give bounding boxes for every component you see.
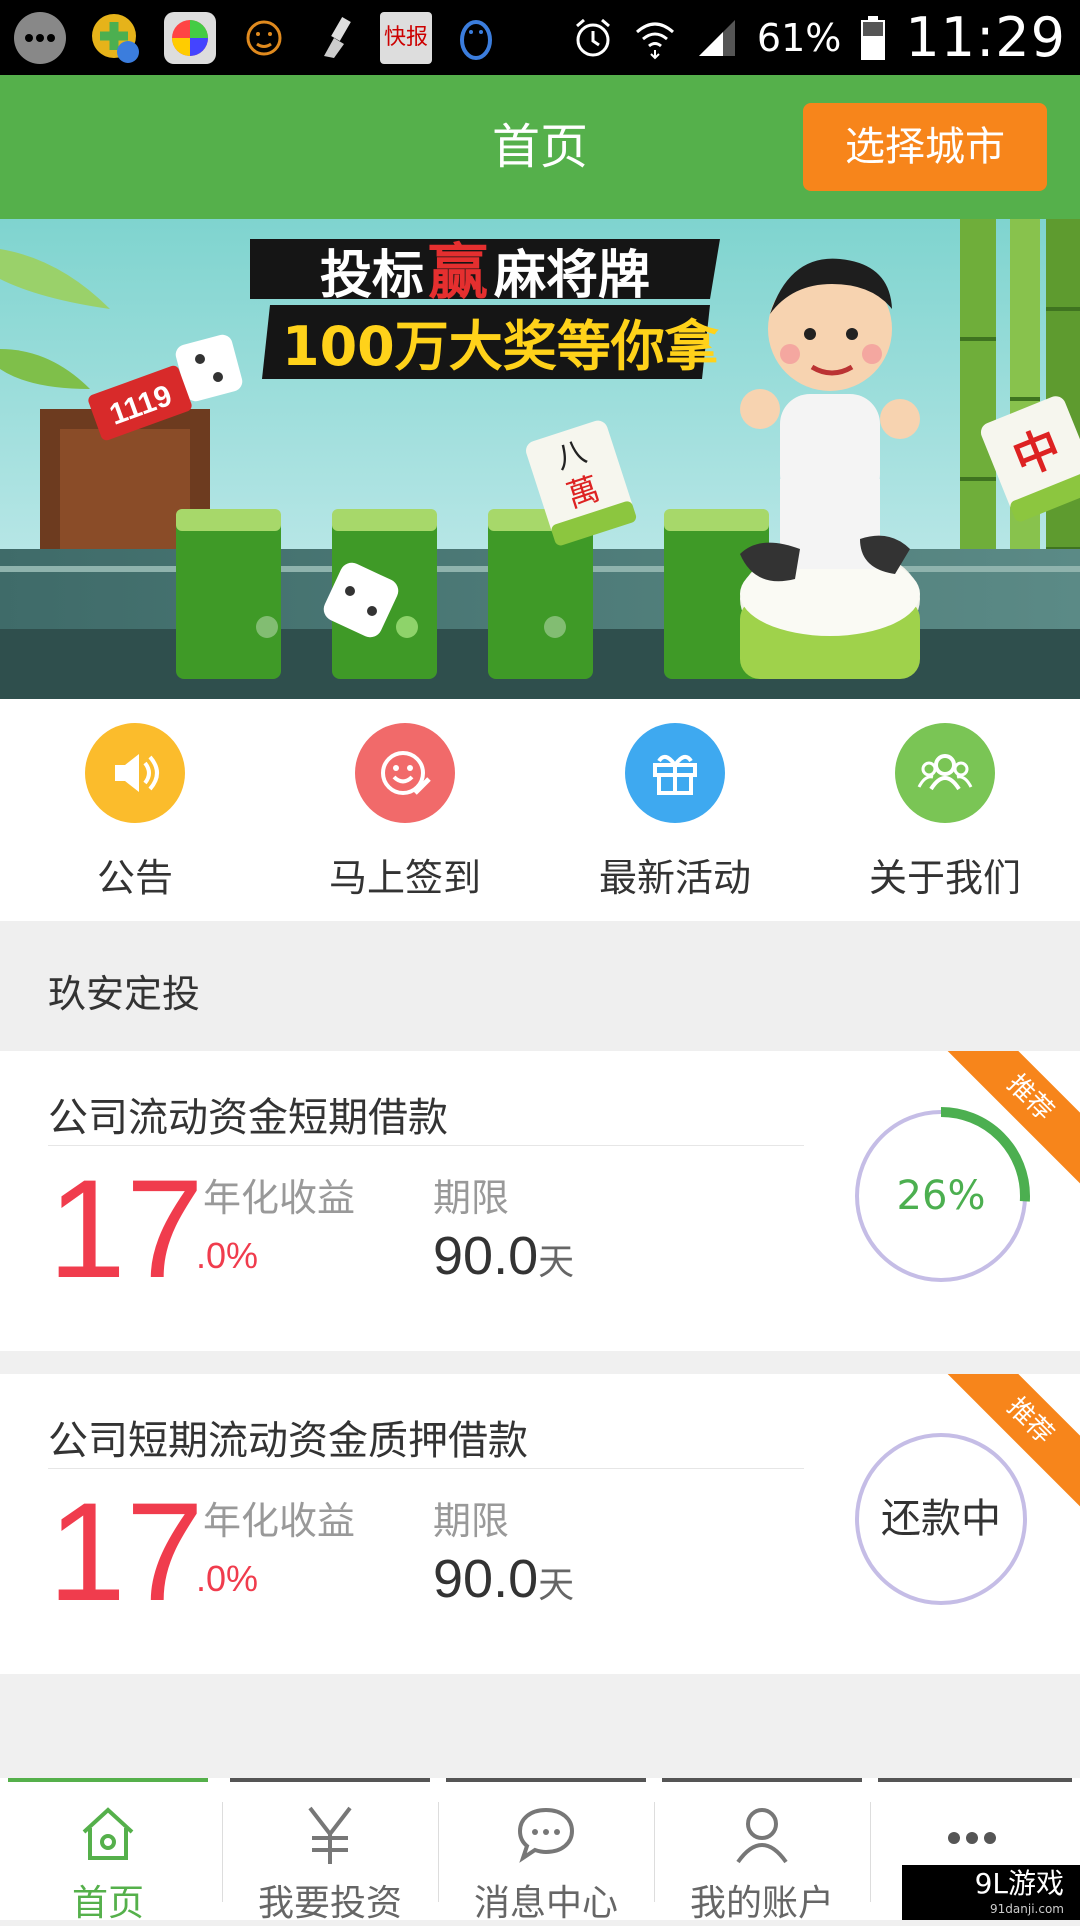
group-icon	[895, 723, 995, 823]
annual-rate-integer: 17	[48, 1473, 204, 1630]
divider	[48, 1145, 804, 1146]
message-icon	[517, 1807, 575, 1863]
banner-headline-highlight: 赢	[428, 238, 488, 308]
term-value: 90.0	[433, 1226, 539, 1286]
alarm-icon	[575, 18, 610, 56]
home-icon	[82, 1807, 134, 1860]
kuaibao-icon: 快报	[380, 12, 432, 64]
color-wheel-icon	[164, 12, 216, 64]
divider	[48, 1468, 804, 1469]
watermark-text: 9L游戏	[974, 1867, 1064, 1900]
tab-account[interactable]: 我的账户	[654, 1778, 870, 1924]
product-name: 公司流动资金短期借款	[48, 1095, 448, 1141]
product-card[interactable]: 推荐 公司短期流动资金质押借款 17 年化收益 .0% 期限 90.0天 还款中	[0, 1374, 1080, 1674]
person-icon	[736, 1808, 788, 1864]
tab-indicator	[8, 1778, 208, 1782]
banner-headline-part2: 麻将牌	[494, 246, 650, 306]
repaying-status: 还款中	[881, 1496, 1001, 1542]
quick-menu-label: 关于我们	[868, 856, 1021, 900]
tab-indicator	[878, 1778, 1072, 1782]
quick-menu-label: 马上签到	[328, 856, 481, 900]
green-plus-mail-icon	[90, 12, 142, 64]
battery-icon	[861, 15, 886, 60]
banner-subline: 100万大奖等你拿	[282, 315, 719, 378]
progress-text: 26%	[896, 1173, 986, 1219]
annual-rate-label: 年化收益	[203, 1176, 356, 1220]
tab-indicator	[446, 1778, 646, 1782]
face-icon	[238, 12, 290, 64]
banner-dot-1[interactable]	[256, 616, 278, 638]
tab-messages[interactable]: 消息中心	[438, 1778, 654, 1924]
section-title: 玖安定投	[48, 972, 201, 1016]
more-icon	[948, 1832, 996, 1844]
term-value-group: 90.0天	[433, 1548, 574, 1610]
tab-indicator	[230, 1778, 430, 1782]
banner-headline-part1: 投标	[320, 246, 424, 306]
tab-home[interactable]: 首页	[0, 1778, 216, 1924]
status-bar: 快报 61% 11:29	[0, 0, 1080, 75]
chat-bubble-icon	[14, 12, 66, 64]
clock: 11:29	[905, 6, 1066, 69]
quick-menu-announcement[interactable]: 公告	[0, 699, 270, 921]
app-header: 首页 选择城市	[0, 75, 1080, 219]
yen-icon	[308, 1806, 352, 1864]
quick-menu-about[interactable]: 关于我们	[810, 699, 1080, 921]
tab-label: 我要投资	[257, 1883, 402, 1924]
term-value-group: 90.0天	[433, 1225, 574, 1287]
annual-rate-decimal: .0%	[196, 1235, 259, 1276]
wifi-icon	[635, 22, 674, 59]
site-watermark: 9L游戏 91danji.com	[902, 1865, 1080, 1920]
term-unit: 天	[538, 1564, 575, 1605]
quick-menu: 公告 马上签到 最新活动 关于我们	[0, 699, 1080, 921]
tab-label: 消息中心	[473, 1883, 618, 1924]
term-label: 期限	[433, 1499, 510, 1543]
tab-label: 我的账户	[689, 1883, 834, 1924]
speaker-icon	[85, 723, 185, 823]
select-city-button[interactable]: 选择城市	[803, 103, 1047, 191]
banner-dot-3[interactable]	[544, 616, 566, 638]
banner-dot-2[interactable]	[396, 616, 418, 638]
product-card[interactable]: 推荐 公司流动资金短期借款 17 年化收益 .0% 期限 90.0天 26%	[0, 1051, 1080, 1351]
annual-rate-label: 年化收益	[203, 1499, 356, 1543]
tab-invest[interactable]: 我要投资	[222, 1778, 438, 1924]
gift-icon	[625, 723, 725, 823]
tab-indicator	[662, 1778, 862, 1782]
annual-rate-decimal: .0%	[196, 1558, 259, 1599]
signal-icon	[698, 19, 735, 56]
quick-menu-label: 最新活动	[598, 856, 751, 900]
section-header: 玖安定投	[0, 921, 1080, 1051]
annual-rate-integer: 17	[48, 1150, 204, 1307]
product-name: 公司短期流动资金质押借款	[48, 1418, 528, 1464]
quick-menu-checkin[interactable]: 马上签到	[270, 699, 540, 921]
tab-label: 首页	[71, 1883, 144, 1924]
quick-menu-activities[interactable]: 最新活动	[540, 699, 810, 921]
term-label: 期限	[433, 1176, 510, 1220]
brush-icon	[310, 12, 362, 64]
quick-menu-label: 公告	[96, 856, 173, 900]
qq-penguin-icon	[450, 12, 502, 64]
watermark-url: 91danji.com	[990, 1902, 1064, 1916]
term-unit: 天	[538, 1241, 575, 1282]
term-value: 90.0	[433, 1549, 539, 1609]
smile-pen-icon	[355, 723, 455, 823]
battery-percent: 61%	[756, 15, 842, 60]
promo-banner[interactable]: 1119 投标 赢 麻将牌 100万大奖等你拿 八 萬 中	[0, 219, 1080, 699]
